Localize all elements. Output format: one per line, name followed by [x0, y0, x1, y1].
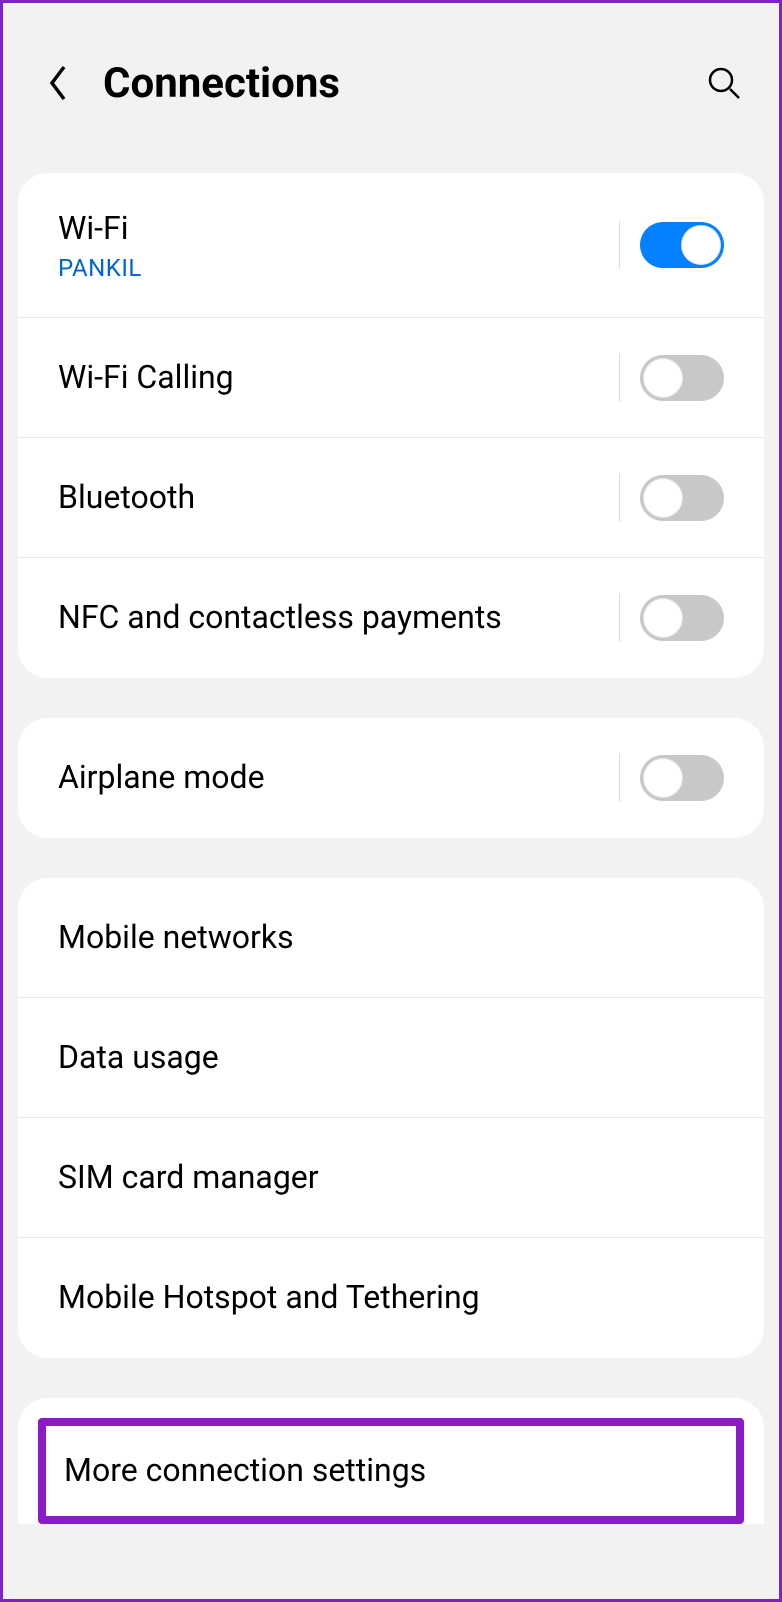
bluetooth-row[interactable]: Bluetooth: [18, 438, 764, 558]
wifi-calling-row[interactable]: Wi-Fi Calling: [18, 318, 764, 438]
wifi-text: Wi-Fi PANKIL: [58, 208, 619, 282]
connections-group-4: More connection settings: [18, 1398, 764, 1524]
sim-card-manager-label: SIM card manager: [58, 1157, 724, 1199]
bluetooth-label: Bluetooth: [58, 477, 619, 519]
connections-group-2: Airplane mode: [18, 718, 764, 838]
mobile-networks-row[interactable]: Mobile networks: [18, 878, 764, 998]
wifi-calling-toggle[interactable]: [640, 355, 724, 401]
toggle-separator: [619, 594, 620, 642]
nfc-toggle[interactable]: [640, 595, 724, 641]
wifi-label: Wi-Fi: [58, 208, 619, 250]
data-usage-row[interactable]: Data usage: [18, 998, 764, 1118]
chevron-left-icon: [46, 63, 70, 103]
nfc-label: NFC and contactless payments: [58, 597, 619, 639]
toggle-separator: [619, 474, 620, 522]
search-icon: [706, 65, 742, 101]
page-title: Connections: [103, 59, 699, 108]
search-button[interactable]: [699, 58, 749, 108]
airplane-mode-row[interactable]: Airplane mode: [18, 718, 764, 838]
toggle-separator: [619, 221, 620, 269]
connections-group-3: Mobile networks Data usage SIM card mana…: [18, 878, 764, 1358]
airplane-mode-label: Airplane mode: [58, 757, 619, 799]
wifi-calling-label: Wi-Fi Calling: [58, 357, 619, 399]
toggle-separator: [619, 754, 620, 802]
more-connection-settings-label: More connection settings: [64, 1450, 718, 1492]
wifi-row[interactable]: Wi-Fi PANKIL: [18, 173, 764, 318]
bluetooth-toggle[interactable]: [640, 475, 724, 521]
back-button[interactable]: [33, 58, 83, 108]
hotspot-tethering-label: Mobile Hotspot and Tethering: [58, 1277, 724, 1319]
sim-card-manager-row[interactable]: SIM card manager: [18, 1118, 764, 1238]
wifi-toggle[interactable]: [640, 222, 724, 268]
more-connection-settings-row[interactable]: More connection settings: [38, 1418, 744, 1524]
hotspot-tethering-row[interactable]: Mobile Hotspot and Tethering: [18, 1238, 764, 1358]
wifi-network-name: PANKIL: [58, 254, 619, 282]
data-usage-label: Data usage: [58, 1037, 724, 1079]
connections-group-1: Wi-Fi PANKIL Wi-Fi Calling Bluetooth NFC…: [18, 173, 764, 678]
airplane-mode-toggle[interactable]: [640, 755, 724, 801]
mobile-networks-label: Mobile networks: [58, 917, 724, 959]
nfc-row[interactable]: NFC and contactless payments: [18, 558, 764, 678]
toggle-separator: [619, 354, 620, 402]
header: Connections: [3, 3, 779, 173]
